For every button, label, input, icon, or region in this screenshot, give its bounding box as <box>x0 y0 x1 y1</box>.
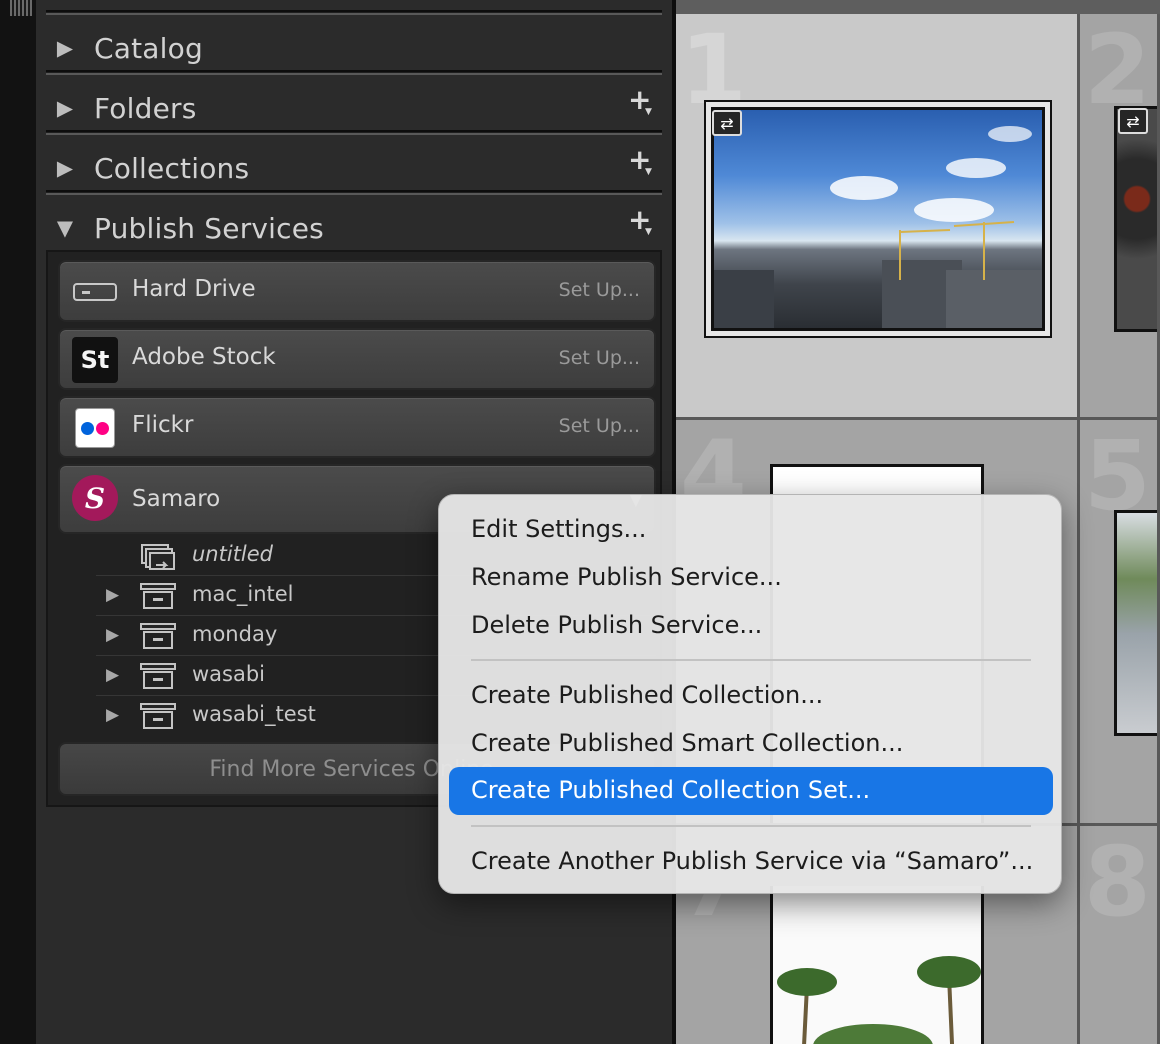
cell-index: 2 <box>1084 14 1151 126</box>
section-title: Catalog <box>94 31 203 65</box>
sync-badge-icon: ⇄ <box>1118 108 1148 134</box>
section-divider <box>46 10 662 15</box>
collection-label: wasabi <box>192 662 266 686</box>
menu-item-rename-publish-service[interactable]: Rename Publish Service... <box>471 563 782 591</box>
chevron-down-icon: ▼ <box>645 227 652 237</box>
section-title: Collections <box>94 151 250 185</box>
menu-separator <box>471 659 1031 661</box>
adobe-stock-icon: St <box>72 337 118 383</box>
collection-label: untitled <box>192 542 274 566</box>
chevron-down-icon: ▼ <box>645 107 652 117</box>
grid-cell-8[interactable]: 8 <box>1080 826 1160 1044</box>
chevron-down-icon: ▼ <box>645 167 652 177</box>
disclosure-triangle-icon[interactable]: ▶ <box>46 84 84 132</box>
set-up-link[interactable]: Set Up... <box>559 347 640 369</box>
service-adobe-stock[interactable]: St Adobe Stock Set Up... <box>58 328 656 390</box>
section-divider <box>46 190 662 195</box>
grid-cell-2[interactable]: 2 ⇄ <box>1080 14 1160 420</box>
section-folders[interactable]: ▶ Folders + ▼ <box>46 84 662 132</box>
service-hard-drive[interactable]: Hard Drive Set Up... <box>58 260 656 322</box>
sync-badge-icon: ⇄ <box>712 110 742 136</box>
collection-set-icon <box>140 663 176 689</box>
section-title: Publish Services <box>94 211 324 245</box>
service-label: Flickr <box>132 412 194 438</box>
photo-thumbnail-city[interactable] <box>711 107 1045 331</box>
publish-service-context-menu: Edit Settings... Rename Publish Service.… <box>438 494 1062 894</box>
smart-collection-icon <box>140 543 176 570</box>
photo-thumbnail[interactable] <box>1114 510 1157 736</box>
grid-cell-1[interactable]: 1 ⇄ <box>676 14 1080 420</box>
menu-item-edit-settings[interactable]: Edit Settings... <box>471 515 646 543</box>
disclosure-triangle-icon[interactable]: ▶ <box>46 144 84 192</box>
disclosure-triangle-icon[interactable]: ▼ <box>46 204 84 252</box>
collection-set-icon <box>140 583 176 609</box>
collection-set-icon <box>140 623 176 649</box>
disclosure-triangle-icon[interactable]: ▶ <box>46 24 84 72</box>
menu-separator <box>471 825 1031 827</box>
menu-item-create-published-collection[interactable]: Create Published Collection... <box>471 681 823 709</box>
flickr-icon <box>72 406 118 450</box>
samaro-icon: S <box>72 475 118 521</box>
set-up-link[interactable]: Set Up... <box>559 279 640 301</box>
panel-grip[interactable] <box>10 0 32 16</box>
menu-item-create-another-publish-service[interactable]: Create Another Publish Service via “Sama… <box>471 847 1033 875</box>
photo-thumbnail[interactable] <box>1114 106 1157 332</box>
section-collections[interactable]: ▶ Collections + ▼ <box>46 144 662 192</box>
disclosure-triangle-icon[interactable]: ▶ <box>106 625 119 645</box>
section-divider <box>46 130 662 135</box>
add-folder-button[interactable]: + ▼ <box>626 86 656 124</box>
add-publish-service-button[interactable]: + ▼ <box>626 206 656 244</box>
disclosure-triangle-icon[interactable]: ▶ <box>106 585 119 605</box>
menu-item-delete-publish-service[interactable]: Delete Publish Service... <box>471 611 762 639</box>
section-publish-services[interactable]: ▼ Publish Services + ▼ <box>46 204 662 252</box>
menu-item-create-published-collection-set[interactable]: Create Published Collection Set... <box>449 767 1053 815</box>
add-collection-button[interactable]: + ▼ <box>626 146 656 184</box>
photo-thumbnail-palms[interactable] <box>770 886 984 1044</box>
set-up-link[interactable]: Set Up... <box>559 415 640 437</box>
service-label: Samaro <box>132 486 221 512</box>
service-flickr[interactable]: Flickr Set Up... <box>58 396 656 458</box>
menu-item-label: Create Published Collection Set... <box>471 776 871 804</box>
collection-label: monday <box>192 622 278 646</box>
section-catalog[interactable]: ▶ Catalog <box>46 24 662 72</box>
menu-item-create-published-smart-collection[interactable]: Create Published Smart Collection... <box>471 729 903 757</box>
left-edge-strip <box>0 0 36 1044</box>
collection-label: wasabi_test <box>192 702 316 726</box>
service-label: Hard Drive <box>132 276 256 302</box>
cell-index: 8 <box>1084 826 1151 938</box>
section-divider <box>46 70 662 75</box>
thumbnail-frame <box>704 100 1052 338</box>
grid-cell-5[interactable]: 5 <box>1080 420 1160 826</box>
service-label: Adobe Stock <box>132 344 276 370</box>
collection-set-icon <box>140 703 176 729</box>
disclosure-triangle-icon[interactable]: ▶ <box>106 705 119 725</box>
collection-label: mac_intel <box>192 582 294 606</box>
disclosure-triangle-icon[interactable]: ▶ <box>106 665 119 685</box>
section-title: Folders <box>94 91 197 125</box>
hard-drive-icon <box>72 270 118 314</box>
